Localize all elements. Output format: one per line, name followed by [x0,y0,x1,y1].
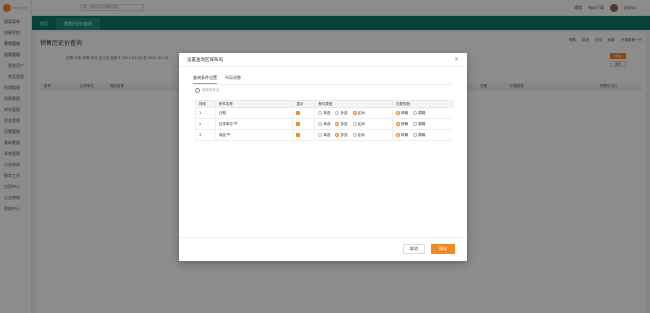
dialog-tabs: 查询条件设置 布局调整 [193,75,241,84]
column-header: 排序 [195,100,216,108]
dialog-footer: 取消 保存 [179,237,467,261]
radio-range[interactable]: 区间 [352,110,365,115]
radio-range[interactable]: 区间 [352,121,365,126]
chevron-down-icon[interactable] [226,131,231,136]
radio-exact[interactable]: 精确 [396,132,408,137]
radio-range[interactable]: 区间 [352,132,365,137]
tabs-divider [193,84,453,85]
radio-multi[interactable]: 多选 [335,121,347,126]
show-checkbox[interactable] [292,118,315,130]
table-row: 2 往来单位 单选 多选 区间 精确 模糊 [195,118,453,130]
save-button[interactable]: 保存 [431,244,455,254]
match-rule-radios: 精确 模糊 [392,118,453,130]
condition-name[interactable]: 商品 [214,129,293,141]
dialog-title: 设置查询区域布局 [187,57,223,63]
condition-type-radios: 单选 多选 区间 [314,129,393,141]
condition-type-radios: 单选 多选 区间 [314,107,393,119]
radio-fuzzy[interactable]: 模糊 [413,132,425,137]
row-order: 3 [195,129,216,141]
radio-single[interactable]: 单选 [318,121,330,126]
tab-layout-adjust[interactable]: 布局调整 [225,75,241,84]
checkbox-checked-icon[interactable] [296,133,301,137]
condition-name: 日期 [214,107,293,119]
radio-single[interactable]: 单选 [318,110,330,115]
column-header: 条件名称 [214,100,294,108]
table-row: 1 日期 单选 多选 区间 精确 模糊 [195,107,453,119]
radio-multi[interactable]: 多选 [335,110,347,115]
show-checkbox[interactable] [292,107,315,119]
radio-exact[interactable]: 精确 [396,110,408,115]
conditions-table: 排序 条件名称 显示 条件类型 匹配规则 1 日期 单选 多选 区间 精确 模糊 [195,100,453,141]
condition-search-input[interactable]: 搜索条件名 [202,88,220,93]
layout-settings-dialog: 设置查询区域布局 × 查询条件设置 布局调整 搜索条件名 排序 条件名称 显示 … [179,53,467,261]
checkbox-checked-icon[interactable] [296,122,301,126]
dialog-header: 设置查询区域布局 × [179,53,467,67]
close-icon[interactable]: × [454,56,459,63]
radio-fuzzy[interactable]: 模糊 [413,121,425,126]
condition-type-radios: 单选 多选 区间 [314,118,393,130]
match-rule-radios: 精确 模糊 [392,129,453,141]
radio-multi[interactable]: 多选 [335,132,347,137]
column-header: 显示 [292,100,316,108]
cancel-button[interactable]: 取消 [403,244,425,254]
chevron-down-icon[interactable] [233,120,238,125]
condition-name[interactable]: 往来单位 [214,118,293,130]
column-header: 匹配规则 [392,100,453,108]
row-order: 1 [195,107,216,119]
search-icon [195,88,200,93]
column-header: 条件类型 [314,100,394,108]
radio-single[interactable]: 单选 [318,132,330,137]
tab-query-conditions[interactable]: 查询条件设置 [193,75,217,84]
row-order: 2 [195,118,216,130]
show-checkbox[interactable] [292,129,315,141]
table-row: 3 商品 单选 多选 区间 精确 模糊 [195,129,453,141]
radio-fuzzy[interactable]: 模糊 [413,110,425,115]
condition-search[interactable]: 搜索条件名 [195,88,220,93]
checkbox-checked-icon[interactable] [296,111,301,115]
radio-exact[interactable]: 精确 [396,121,408,126]
match-rule-radios: 精确 模糊 [392,107,453,119]
